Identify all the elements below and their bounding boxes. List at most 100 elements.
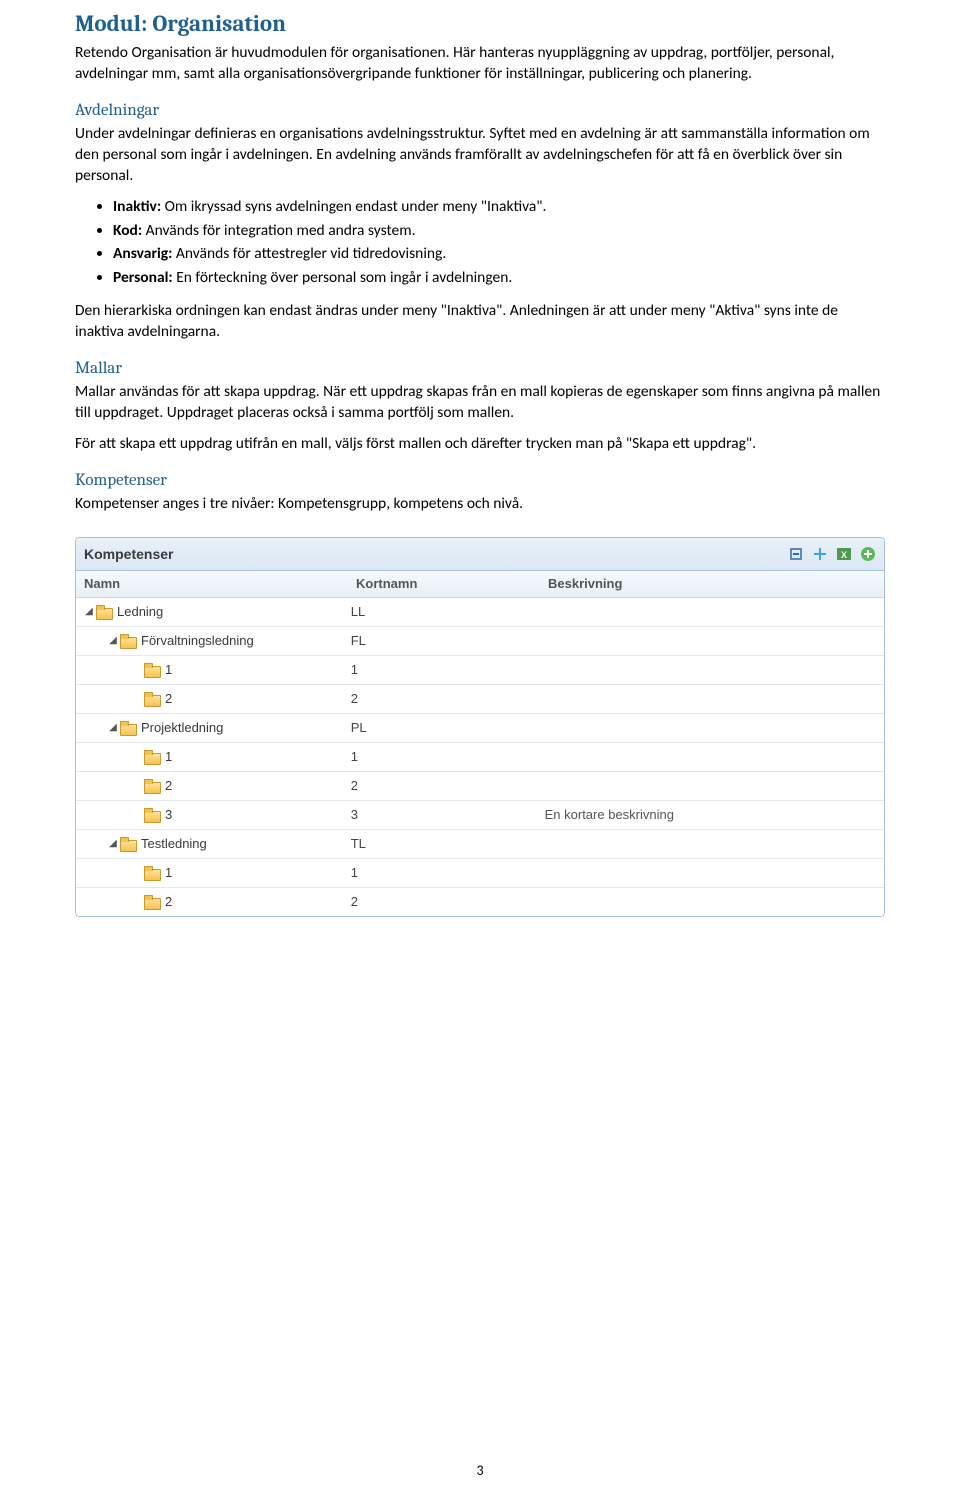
heading-kompetenser: Kompetenser [75,471,885,490]
tree-cell-kortnamn: 1 [351,865,545,880]
tree-cell-name: 3 [76,807,351,822]
tree-cell-kortnamn: 1 [351,749,545,764]
mallar-p1: Mallar användas för att skapa uppdrag. N… [75,382,885,424]
page-title: Modul: Organisation [75,10,885,37]
tree-cell-name: ◢ Ledning [76,604,351,619]
tree-cell-name: ◢ Testledning [76,836,351,851]
indent [76,843,108,844]
tree-row[interactable]: ◢FörvaltningsledningFL [76,627,884,656]
list-item: Personal: En förteckning över personal s… [113,268,885,289]
tree-cell-name: 1 [76,865,351,880]
list-item: Inaktiv: Om ikryssad syns avdelningen en… [113,197,885,218]
tree-cell-kortnamn: 1 [351,662,545,677]
tree-row-label: 2 [165,778,172,793]
list-item: Kod: Används för integration med andra s… [113,221,885,242]
indent [76,814,132,815]
folder-icon [120,635,135,647]
tree-row[interactable]: 22 [76,685,884,714]
folder-icon [144,867,159,879]
tree-cell-name: ◢ Projektledning [76,720,351,735]
tree-row[interactable]: 11 [76,859,884,888]
folder-icon [144,751,159,763]
tree-cell-kortnamn: 2 [351,778,545,793]
folder-icon [96,606,111,618]
bullet-text: Om ikryssad syns avdelningen endast unde… [161,197,546,216]
col-beskrivning[interactable]: Beskrivning [548,576,884,591]
indent [76,640,108,641]
heading-mallar: Mallar [75,359,885,378]
indent [76,698,132,699]
tree-row[interactable]: 11 [76,743,884,772]
folder-icon [144,693,159,705]
indent [76,785,132,786]
tree-row[interactable]: 22 [76,772,884,801]
tree-cell-beskrivning: En kortare beskrivning [545,807,884,822]
expand-icon[interactable]: ◢ [84,606,94,617]
tree-row[interactable]: 11 [76,656,884,685]
panel-header: Kompetenser X [76,538,884,571]
tree-cell-name: 2 [76,894,351,909]
tree-row[interactable]: 22 [76,888,884,916]
tree-row-label: Ledning [117,604,163,619]
tree-row[interactable]: ◢ Ledning LL [76,598,884,627]
tree-row[interactable]: ◢ Projektledning PL [76,714,884,743]
folder-icon [144,809,159,821]
tree-row[interactable]: 33En kortare beskrivning [76,801,884,830]
intro-paragraph: Retendo Organisation är huvudmodulen för… [75,43,885,85]
expand-icon[interactable]: ◢ [108,635,118,646]
new-item-icon[interactable] [860,546,876,562]
list-item: Ansvarig: Används för attestregler vid t… [113,244,885,265]
expand-icon[interactable]: ◢ [108,722,118,733]
expand-icon[interactable]: ◢ [108,838,118,849]
kompetenser-intro: Kompetenser anges i tre nivåer: Kompeten… [75,494,885,515]
collapse-icon[interactable] [788,546,804,562]
tree-row[interactable]: ◢TestledningTL [76,830,884,859]
col-namn[interactable]: Namn [76,576,356,591]
tree-cell-name: 1 [76,749,351,764]
add-icon[interactable] [812,546,828,562]
tree-cell-name: 2 [76,778,351,793]
folder-icon [144,896,159,908]
indent [76,872,132,873]
tree-cell-kortnamn: 2 [351,691,545,706]
tree-row-label: Projektledning [141,720,223,735]
indent [76,901,132,902]
tree-row-label: Testledning [141,836,207,851]
indent [76,611,84,612]
tree-cell-kortnamn: 3 [351,807,545,822]
tree-row-label: Förvaltningsledning [141,633,254,648]
avdelningar-bullets: Inaktiv: Om ikryssad syns avdelningen en… [113,197,885,290]
indent [76,727,108,728]
tree-cell-name: 1 [76,662,351,677]
svg-text:X: X [841,550,847,560]
tree-cell-kortnamn: LL [351,604,545,619]
tree-row-label: 1 [165,749,172,764]
bullet-text: Används för attestregler vid tidredovisn… [172,244,446,263]
tree-cell-name: 2 [76,691,351,706]
folder-icon [120,722,135,734]
indent [76,756,132,757]
bullet-label: Ansvarig: [113,244,172,263]
bullet-text: En förteckning över personal som ingår i… [173,268,513,287]
avdelningar-p1: Under avdelningar definieras en organisa… [75,124,885,187]
indent [76,669,132,670]
avdelningar-p2: Den hierarkiska ordningen kan endast änd… [75,301,885,343]
col-kortnamn[interactable]: Kortnamn [356,576,548,591]
folder-icon [144,664,159,676]
page-number: 3 [0,1462,960,1479]
tree-row-label: 2 [165,691,172,706]
bullet-label: Personal: [113,268,173,287]
tree-row-label: 1 [165,865,172,880]
kompetenser-panel: Kompetenser X Namn Kortnamn Beskrivning [75,537,885,917]
tree-row-label: 2 [165,894,172,909]
excel-export-icon[interactable]: X [836,546,852,562]
folder-icon [144,780,159,792]
panel-title: Kompetenser [84,546,173,562]
bullet-label: Kod: [113,221,142,240]
tree-row-label: 1 [165,662,172,677]
panel-toolbar: X [788,546,876,562]
bullet-label: Inaktiv: [113,197,161,216]
tree-cell-name: ◢ Förvaltningsledning [76,633,351,648]
tree-cell-kortnamn: 2 [351,894,545,909]
tree-cell-kortnamn: PL [351,720,545,735]
